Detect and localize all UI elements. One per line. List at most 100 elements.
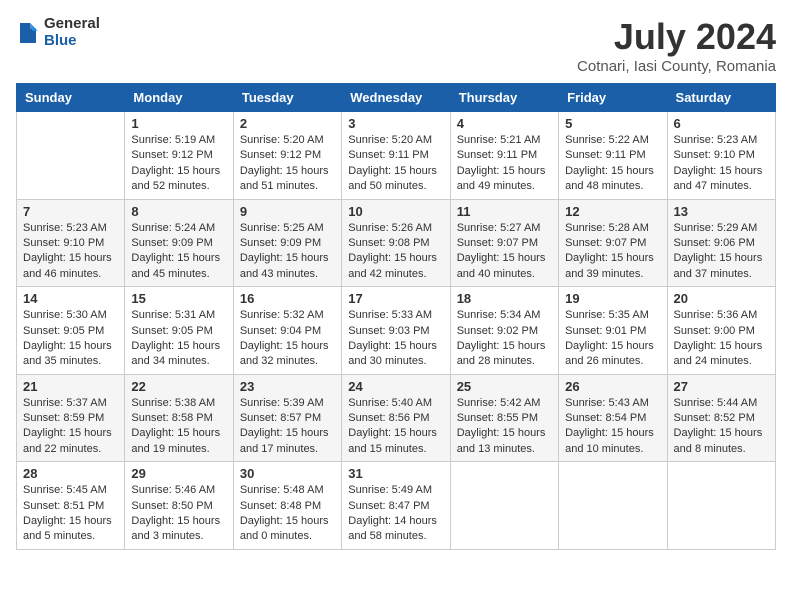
calendar-cell: 11 Sunrise: 5:27 AMSunset: 9:07 PMDayligh… <box>450 199 558 287</box>
day-number: 14 <box>23 291 118 306</box>
calendar-cell: 8 Sunrise: 5:24 AMSunset: 9:09 PMDaylight… <box>125 199 233 287</box>
day-number: 23 <box>240 379 335 394</box>
calendar-cell: 4Sunrise: 5:21 AMSunset: 9:11 PMDaylight… <box>450 112 558 200</box>
day-number: 22 <box>131 379 226 394</box>
day-number: 29 <box>131 466 226 481</box>
cell-content: Sunrise: 5:45 AMSunset: 8:51 PMDaylight:… <box>23 483 118 545</box>
cell-content: Sunrise: 5:35 AMSunset: 9:01 PMDaylight:… <box>565 308 660 370</box>
header-sunday: Sunday <box>17 84 125 112</box>
cell-content: Sunrise: 5:30 AMSunset: 9:05 PMDaylight:… <box>23 308 118 370</box>
cell-content: Sunrise: 5:39 AMSunset: 8:57 PMDaylight:… <box>240 396 335 458</box>
calendar-cell: 24 Sunrise: 5:40 AMSunset: 8:56 PMDayligh… <box>342 374 450 462</box>
title-block: July 2024 Cotnari, Iasi County, Romania <box>577 16 776 75</box>
calendar-cell: 23 Sunrise: 5:39 AMSunset: 8:57 PMDayligh… <box>233 374 341 462</box>
logo-icon <box>16 19 40 47</box>
cell-content: Sunrise: 5:46 AMSunset: 8:50 PMDaylight:… <box>131 483 226 545</box>
logo-blue: Blue <box>44 33 100 50</box>
calendar-cell: 29 Sunrise: 5:46 AMSunset: 8:50 PMDayligh… <box>125 462 233 550</box>
day-number: 2 <box>240 116 335 131</box>
calendar-body: 1 Sunrise: 5:19 AMSunset: 9:12 PMDaylight… <box>17 112 776 550</box>
day-number: 3 <box>348 116 443 131</box>
cell-content: Sunrise: 5:19 AMSunset: 9:12 PMDaylight:… <box>131 133 226 195</box>
header-saturday: Saturday <box>667 84 775 112</box>
cell-content: Sunrise: 5:29 AMSunset: 9:06 PMDaylight:… <box>674 221 769 283</box>
day-number: 27 <box>674 379 769 394</box>
cell-content: Sunrise: 5:24 AMSunset: 9:09 PMDaylight:… <box>131 221 226 283</box>
header-row: SundayMondayTuesdayWednesdayThursdayFrid… <box>17 84 776 112</box>
calendar-cell: 1 Sunrise: 5:19 AMSunset: 9:12 PMDaylight… <box>125 112 233 200</box>
calendar-cell <box>559 462 667 550</box>
week-row-4: 21Sunrise: 5:37 AMSunset: 8:59 PMDayligh… <box>17 374 776 462</box>
subtitle: Cotnari, Iasi County, Romania <box>577 58 776 75</box>
calendar-cell: 14 Sunrise: 5:30 AMSunset: 9:05 PMDayligh… <box>17 287 125 375</box>
calendar-cell: 31 Sunrise: 5:49 AMSunset: 8:47 PMDayligh… <box>342 462 450 550</box>
calendar-cell: 13 Sunrise: 5:29 AMSunset: 9:06 PMDayligh… <box>667 199 775 287</box>
calendar-cell: 2 Sunrise: 5:20 AMSunset: 9:12 PMDaylight… <box>233 112 341 200</box>
cell-content: Sunrise: 5:20 AMSunset: 9:12 PMDaylight:… <box>240 133 335 195</box>
cell-content: Sunrise: 5:32 AMSunset: 9:04 PMDaylight:… <box>240 308 335 370</box>
day-number: 31 <box>348 466 443 481</box>
calendar-cell: 30 Sunrise: 5:48 AMSunset: 8:48 PMDayligh… <box>233 462 341 550</box>
day-number: 19 <box>565 291 660 306</box>
week-row-3: 14 Sunrise: 5:30 AMSunset: 9:05 PMDayligh… <box>17 287 776 375</box>
logo: General Blue <box>16 16 100 49</box>
day-number: 17 <box>348 291 443 306</box>
cell-content: Sunrise: 5:43 AMSunset: 8:54 PMDaylight:… <box>565 396 660 458</box>
calendar-cell: 12 Sunrise: 5:28 AMSunset: 9:07 PMDayligh… <box>559 199 667 287</box>
calendar-header: SundayMondayTuesdayWednesdayThursdayFrid… <box>17 84 776 112</box>
cell-content: Sunrise: 5:33 AMSunset: 9:03 PMDaylight:… <box>348 308 443 370</box>
page-header: General Blue July 2024 Cotnari, Iasi Cou… <box>16 16 776 75</box>
day-number: 13 <box>674 204 769 219</box>
day-number: 12 <box>565 204 660 219</box>
week-row-1: 1 Sunrise: 5:19 AMSunset: 9:12 PMDaylight… <box>17 112 776 200</box>
cell-content: Sunrise: 5:22 AMSunset: 9:11 PMDaylight:… <box>565 133 660 195</box>
day-number: 8 <box>131 204 226 219</box>
calendar-cell: 28 Sunrise: 5:45 AMSunset: 8:51 PMDayligh… <box>17 462 125 550</box>
calendar-cell: 19 Sunrise: 5:35 AMSunset: 9:01 PMDayligh… <box>559 287 667 375</box>
day-number: 16 <box>240 291 335 306</box>
cell-content: Sunrise: 5:20 AMSunset: 9:11 PMDaylight:… <box>348 133 443 195</box>
day-number: 1 <box>131 116 226 131</box>
calendar-cell: 5Sunrise: 5:22 AMSunset: 9:11 PMDaylight… <box>559 112 667 200</box>
week-row-2: 7Sunrise: 5:23 AMSunset: 9:10 PMDaylight… <box>17 199 776 287</box>
calendar-cell: 7Sunrise: 5:23 AMSunset: 9:10 PMDaylight… <box>17 199 125 287</box>
cell-content: Sunrise: 5:25 AMSunset: 9:09 PMDaylight:… <box>240 221 335 283</box>
cell-content: Sunrise: 5:36 AMSunset: 9:00 PMDaylight:… <box>674 308 769 370</box>
cell-content: Sunrise: 5:27 AMSunset: 9:07 PMDaylight:… <box>457 221 552 283</box>
logo-text: General Blue <box>44 16 100 49</box>
header-tuesday: Tuesday <box>233 84 341 112</box>
day-number: 30 <box>240 466 335 481</box>
cell-content: Sunrise: 5:48 AMSunset: 8:48 PMDaylight:… <box>240 483 335 545</box>
cell-content: Sunrise: 5:34 AMSunset: 9:02 PMDaylight:… <box>457 308 552 370</box>
calendar-cell: 9Sunrise: 5:25 AMSunset: 9:09 PMDaylight… <box>233 199 341 287</box>
header-friday: Friday <box>559 84 667 112</box>
calendar-cell: 27 Sunrise: 5:44 AMSunset: 8:52 PMDayligh… <box>667 374 775 462</box>
calendar-table: SundayMondayTuesdayWednesdayThursdayFrid… <box>16 83 776 550</box>
header-wednesday: Wednesday <box>342 84 450 112</box>
day-number: 24 <box>348 379 443 394</box>
calendar-cell: 6Sunrise: 5:23 AMSunset: 9:10 PMDaylight… <box>667 112 775 200</box>
calendar-cell: 25 Sunrise: 5:42 AMSunset: 8:55 PMDayligh… <box>450 374 558 462</box>
day-number: 18 <box>457 291 552 306</box>
cell-content: Sunrise: 5:38 AMSunset: 8:58 PMDaylight:… <box>131 396 226 458</box>
header-thursday: Thursday <box>450 84 558 112</box>
day-number: 15 <box>131 291 226 306</box>
day-number: 10 <box>348 204 443 219</box>
calendar-cell: 3 Sunrise: 5:20 AMSunset: 9:11 PMDaylight… <box>342 112 450 200</box>
cell-content: Sunrise: 5:31 AMSunset: 9:05 PMDaylight:… <box>131 308 226 370</box>
cell-content: Sunrise: 5:44 AMSunset: 8:52 PMDaylight:… <box>674 396 769 458</box>
day-number: 28 <box>23 466 118 481</box>
cell-content: Sunrise: 5:49 AMSunset: 8:47 PMDaylight:… <box>348 483 443 545</box>
day-number: 26 <box>565 379 660 394</box>
calendar-cell: 15 Sunrise: 5:31 AMSunset: 9:05 PMDayligh… <box>125 287 233 375</box>
cell-content: Sunrise: 5:28 AMSunset: 9:07 PMDaylight:… <box>565 221 660 283</box>
day-number: 25 <box>457 379 552 394</box>
calendar-cell <box>450 462 558 550</box>
day-number: 11 <box>457 204 552 219</box>
cell-content: Sunrise: 5:40 AMSunset: 8:56 PMDaylight:… <box>348 396 443 458</box>
day-number: 6 <box>674 116 769 131</box>
main-title: July 2024 <box>577 16 776 58</box>
calendar-cell: 20Sunrise: 5:36 AMSunset: 9:00 PMDayligh… <box>667 287 775 375</box>
logo-general: General <box>44 16 100 33</box>
cell-content: Sunrise: 5:42 AMSunset: 8:55 PMDaylight:… <box>457 396 552 458</box>
